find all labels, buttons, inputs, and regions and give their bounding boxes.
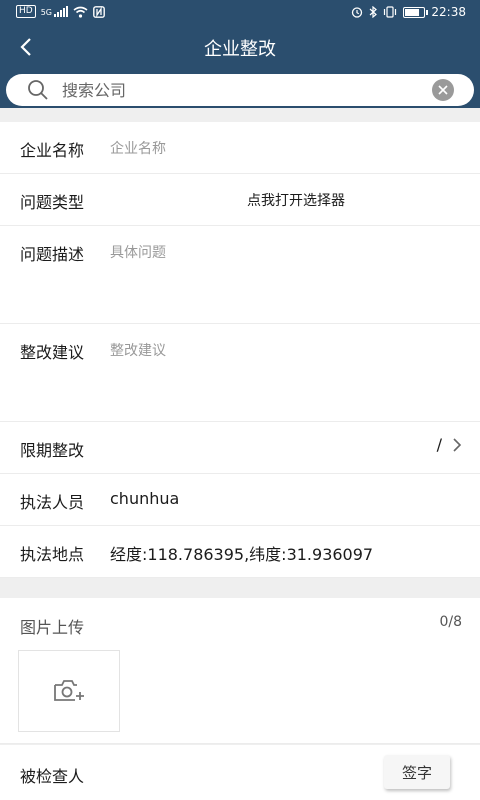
status-bar: HD 5G 22:38 bbox=[0, 0, 480, 24]
location-value: 经度:118.786395,纬度:31.936097 bbox=[110, 545, 374, 564]
issue-desc-label: 问题描述 bbox=[20, 245, 85, 264]
search-input[interactable] bbox=[62, 80, 432, 100]
clear-icon[interactable] bbox=[432, 79, 454, 101]
alarm-icon bbox=[352, 7, 363, 18]
deadline-value: / bbox=[436, 435, 442, 454]
page-title: 企业整改 bbox=[204, 39, 276, 60]
company-row[interactable]: 企业名称 企业名称 bbox=[0, 122, 480, 174]
suggestion-label: 整改建议 bbox=[20, 343, 85, 362]
issue-type-picker[interactable]: 点我打开选择器 bbox=[0, 190, 480, 210]
network-type-label: 5G bbox=[40, 8, 52, 17]
upload-count: 0/8 bbox=[439, 614, 462, 630]
header-bar: HD 5G 22:38 企业整改 bbox=[0, 0, 480, 108]
signal-5g-icon: 5G bbox=[41, 6, 68, 17]
upload-label: 图片上传 bbox=[20, 618, 85, 637]
add-photo-button[interactable] bbox=[18, 650, 120, 732]
issue-type-row[interactable]: 问题类型 点我打开选择器 bbox=[0, 174, 480, 226]
officer-row: 执法人员 chunhua bbox=[0, 474, 480, 526]
search-icon bbox=[28, 80, 48, 100]
hd-badge: HD bbox=[16, 5, 36, 18]
image-upload-section: 图片上传 0/8 bbox=[0, 598, 480, 744]
location-row: 执法地点 经度:118.786395,纬度:31.936097 bbox=[0, 526, 480, 578]
deadline-value-wrap[interactable]: / bbox=[437, 435, 462, 454]
issue-desc-input[interactable]: 具体问题 bbox=[110, 242, 166, 262]
location-label: 执法地点 bbox=[20, 545, 85, 564]
rectification-form: 企业名称 企业名称 问题类型 点我打开选择器 问题描述 具体问题 整改建议 整改… bbox=[0, 122, 480, 578]
officer-value: chunhua bbox=[110, 489, 180, 508]
status-time: 22:38 bbox=[431, 5, 466, 19]
battery-level bbox=[405, 8, 420, 16]
bluetooth-icon bbox=[370, 6, 378, 18]
deadline-label: 限期整改 bbox=[20, 441, 85, 460]
inspected-person-row: 被检查人 签字 bbox=[0, 745, 480, 800]
sign-button[interactable]: 签字 bbox=[384, 755, 450, 789]
nfc-icon bbox=[93, 5, 105, 18]
inspected-label: 被检查人 bbox=[20, 767, 85, 786]
chevron-right-icon bbox=[453, 437, 462, 452]
camera-add-icon bbox=[54, 680, 84, 701]
section-divider bbox=[0, 582, 480, 598]
company-label: 企业名称 bbox=[20, 141, 85, 160]
search-bar[interactable] bbox=[6, 74, 474, 106]
suggestion-row[interactable]: 整改建议 整改建议 bbox=[0, 324, 480, 422]
vibrate-icon bbox=[384, 6, 397, 18]
battery-icon bbox=[403, 6, 429, 18]
wifi-icon bbox=[73, 6, 88, 18]
status-right: 22:38 bbox=[351, 5, 466, 19]
issue-desc-row[interactable]: 问题描述 具体问题 bbox=[0, 226, 480, 324]
officer-label: 执法人员 bbox=[20, 493, 85, 512]
deadline-row[interactable]: 限期整改 / bbox=[0, 422, 480, 474]
suggestion-input[interactable]: 整改建议 bbox=[110, 340, 166, 360]
status-left: HD 5G bbox=[16, 5, 105, 18]
nav-bar: 企业整改 bbox=[0, 24, 480, 70]
company-input[interactable]: 企业名称 bbox=[110, 138, 166, 158]
